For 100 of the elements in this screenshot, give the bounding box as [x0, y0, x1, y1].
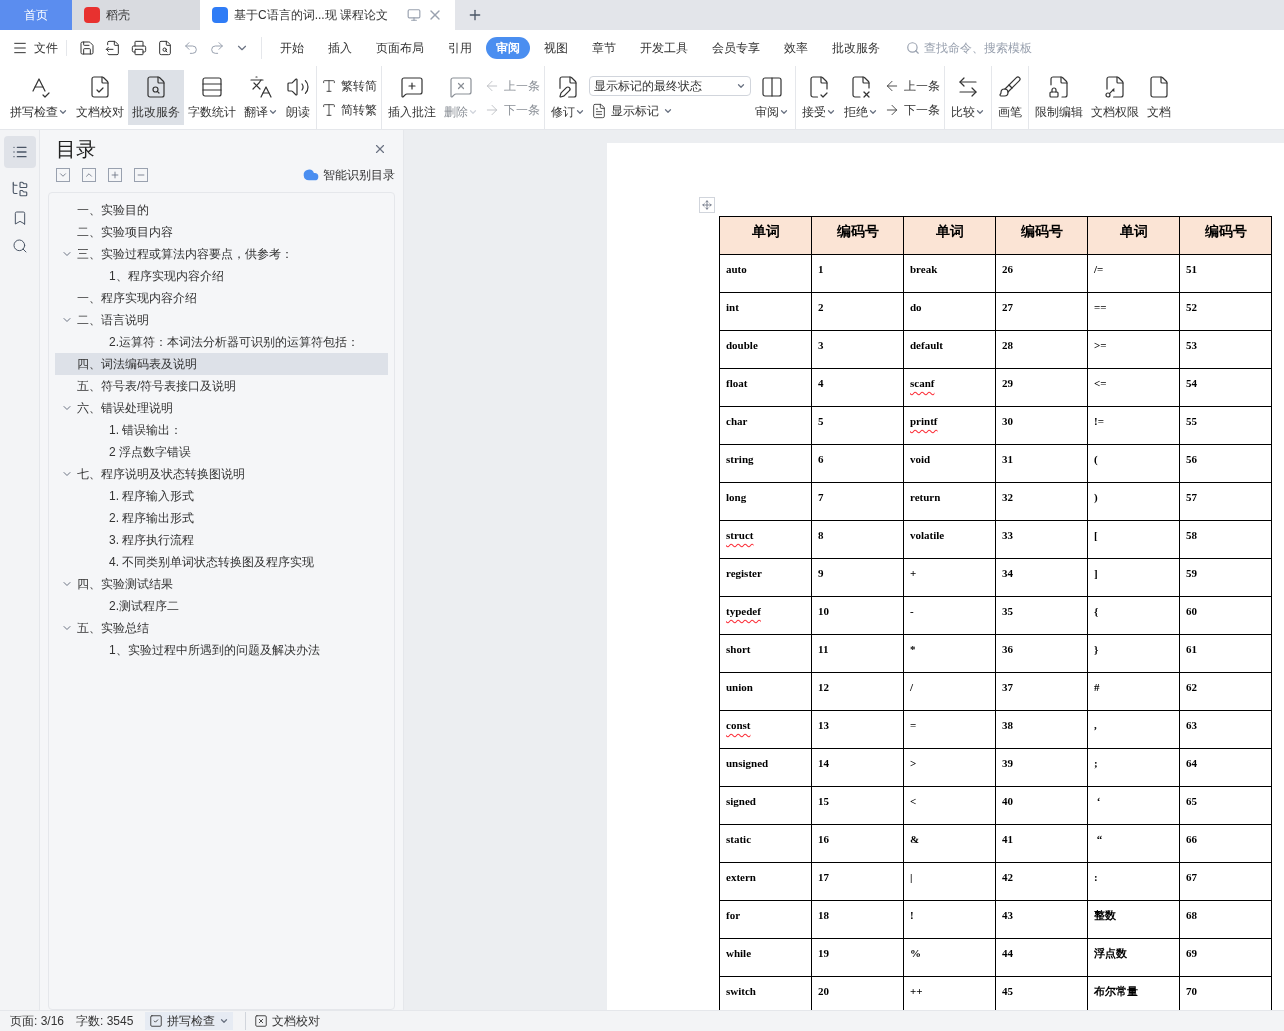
export-icon[interactable] — [105, 40, 121, 56]
navigation-icon[interactable] — [10, 180, 29, 198]
preview-icon[interactable] — [157, 40, 173, 56]
table-cell: 6 — [811, 444, 904, 483]
toc-item[interactable]: 1. 错误输出： — [55, 419, 388, 441]
ribbon-small-button[interactable]: 繁转简 — [319, 76, 379, 95]
file-menu-button[interactable]: 文件 — [12, 39, 66, 57]
ribbon-tab[interactable]: 插入 — [318, 37, 362, 59]
table-cell: 27 — [995, 292, 1088, 331]
ribbon-tab[interactable]: 批改服务 — [822, 37, 890, 59]
toc-item[interactable]: 3. 程序执行流程 — [55, 529, 388, 551]
undo-icon[interactable] — [183, 40, 199, 56]
ribbon-small-button[interactable]: 显示标记 — [589, 101, 751, 120]
markup-select[interactable]: 显示标记的最终状态 — [589, 75, 751, 96]
ribbon-tab[interactable]: 引用 — [438, 37, 482, 59]
toc-item[interactable]: 1、实验过程中所遇到的问题及解决办法 — [55, 639, 388, 661]
ribbon-button[interactable]: 审阅 — [751, 70, 793, 125]
toc-item[interactable]: 一、程序实现内容介绍 — [55, 287, 388, 309]
ribbon-button[interactable]: 文档校对 — [72, 70, 128, 125]
table-cell: < — [903, 786, 996, 825]
table-cell: <= — [1087, 368, 1180, 407]
ribbon-button[interactable]: 拼写检查 — [6, 70, 72, 125]
toc-item[interactable]: 2. 程序输出形式 — [55, 507, 388, 529]
ribbon-tab[interactable]: 视图 — [534, 37, 578, 59]
toc-item[interactable]: 2 浮点数字错误 — [55, 441, 388, 463]
document-check-icon — [807, 74, 831, 99]
command-search-field[interactable]: 查找命令、搜索模板 — [906, 39, 1064, 57]
column-header: 编码号 — [1179, 216, 1272, 255]
table-cell: ] — [1087, 558, 1180, 597]
toc-item[interactable]: 六、错误处理说明 — [55, 397, 388, 419]
ribbon-tab[interactable]: 章节 — [582, 37, 626, 59]
proofread-button[interactable]: 文档校对 — [245, 1012, 321, 1030]
ribbon-button[interactable]: 文档 — [1143, 70, 1175, 125]
toc-rail-button[interactable] — [3, 136, 36, 168]
monitor-icon[interactable] — [407, 8, 421, 22]
collapse-all-button[interactable] — [56, 168, 70, 182]
table-cell: struct — [719, 520, 812, 559]
table-cell: 17 — [811, 862, 904, 901]
toc-item[interactable]: 4. 不同类别单词状态转换图及程序实现 — [55, 551, 388, 573]
toc-title: 目录 — [56, 137, 96, 162]
table-cell: void — [903, 444, 996, 483]
toc-item[interactable]: 二、实验项目内容 — [55, 221, 388, 243]
save-icon[interactable] — [79, 40, 95, 56]
table-move-handle-icon[interactable] — [699, 197, 715, 213]
table-cell: 61 — [1179, 634, 1272, 673]
ribbon-button[interactable]: 朗读 — [282, 70, 314, 125]
table-cell: 2 — [811, 292, 904, 331]
ribbon-button[interactable]: 接受 — [798, 70, 840, 125]
ribbon-tab[interactable]: 效率 — [774, 37, 818, 59]
toc-item[interactable]: 四、实验测试结果 — [55, 573, 388, 595]
toc-item[interactable]: 一、实验目的 — [55, 199, 388, 221]
toc-item[interactable]: 四、词法编码表及说明 — [55, 353, 388, 375]
ribbon-tab[interactable]: 开始 — [270, 37, 314, 59]
spell-check-button[interactable]: 拼写检查 — [145, 1012, 234, 1030]
print-icon[interactable] — [131, 40, 147, 56]
table-cell: 58 — [1179, 520, 1272, 559]
document-icon — [591, 102, 607, 119]
window-tab[interactable]: 稻壳 — [72, 0, 200, 30]
redo-icon[interactable] — [209, 40, 225, 56]
ribbon-button[interactable]: 批改服务 — [128, 70, 184, 125]
search-icon[interactable] — [11, 238, 28, 254]
table-cell: “ — [1087, 824, 1180, 863]
ribbon-button[interactable]: 拒绝 — [840, 70, 882, 125]
table-cell: | — [903, 862, 996, 901]
ribbon-tab[interactable]: 会员专享 — [702, 37, 770, 59]
ribbon-small-button[interactable]: 简转繁 — [319, 100, 379, 119]
smart-toc-button[interactable]: 智能识别目录 — [303, 166, 395, 184]
new-tab-icon[interactable] — [467, 7, 483, 23]
table-cell: 26 — [995, 254, 1088, 293]
ribbon-button[interactable]: 限制编辑 — [1031, 70, 1087, 125]
ribbon-tab[interactable]: 页面布局 — [366, 37, 434, 59]
ribbon-button[interactable]: 比较 — [947, 70, 989, 125]
ribbon-button[interactable]: 插入批注 — [384, 70, 440, 125]
ribbon-small-button[interactable]: 下一条 — [882, 100, 942, 119]
add-level-button[interactable] — [108, 168, 122, 182]
table-cell: 13 — [811, 710, 904, 749]
ribbon-tab[interactable]: 开发工具 — [630, 37, 698, 59]
toc-item[interactable]: 1. 程序输入形式 — [55, 485, 388, 507]
table-cell: 41 — [995, 824, 1088, 863]
toc-item[interactable]: 三、实验过程或算法内容要点，供参考： — [55, 243, 388, 265]
toc-item[interactable]: 1、程序实现内容介绍 — [55, 265, 388, 287]
ribbon-button[interactable]: 画笔 — [994, 70, 1026, 125]
ribbon-button[interactable]: 文档权限 — [1087, 70, 1143, 125]
ribbon-small-button[interactable]: 上一条 — [882, 76, 942, 95]
ribbon-button[interactable]: 字数统计 — [184, 70, 240, 125]
remove-level-button[interactable] — [134, 168, 148, 182]
toc-item[interactable]: 二、语言说明 — [55, 309, 388, 331]
expand-all-button[interactable] — [82, 168, 96, 182]
table-cell: double — [719, 330, 812, 369]
ribbon-button[interactable]: 翻译 — [240, 70, 282, 125]
toc-item[interactable]: 2.运算符：本词法分析器可识别的运算符包括： — [55, 331, 388, 353]
toc-item[interactable]: 2.测试程序二 — [55, 595, 388, 617]
table-cell: , — [1087, 710, 1180, 749]
table-cell: 57 — [1179, 482, 1272, 521]
toc-item[interactable]: 七、程序说明及状态转换图说明 — [55, 463, 388, 485]
close-icon[interactable] — [373, 142, 387, 156]
toc-item[interactable]: 五、符号表/符号表接口及说明 — [55, 375, 388, 397]
toc-item[interactable]: 五、实验总结 — [55, 617, 388, 639]
ribbon-button[interactable]: 修订 — [547, 70, 589, 125]
window-tab[interactable]: 基于C语言的词...现 课程论文 — [200, 0, 455, 30]
